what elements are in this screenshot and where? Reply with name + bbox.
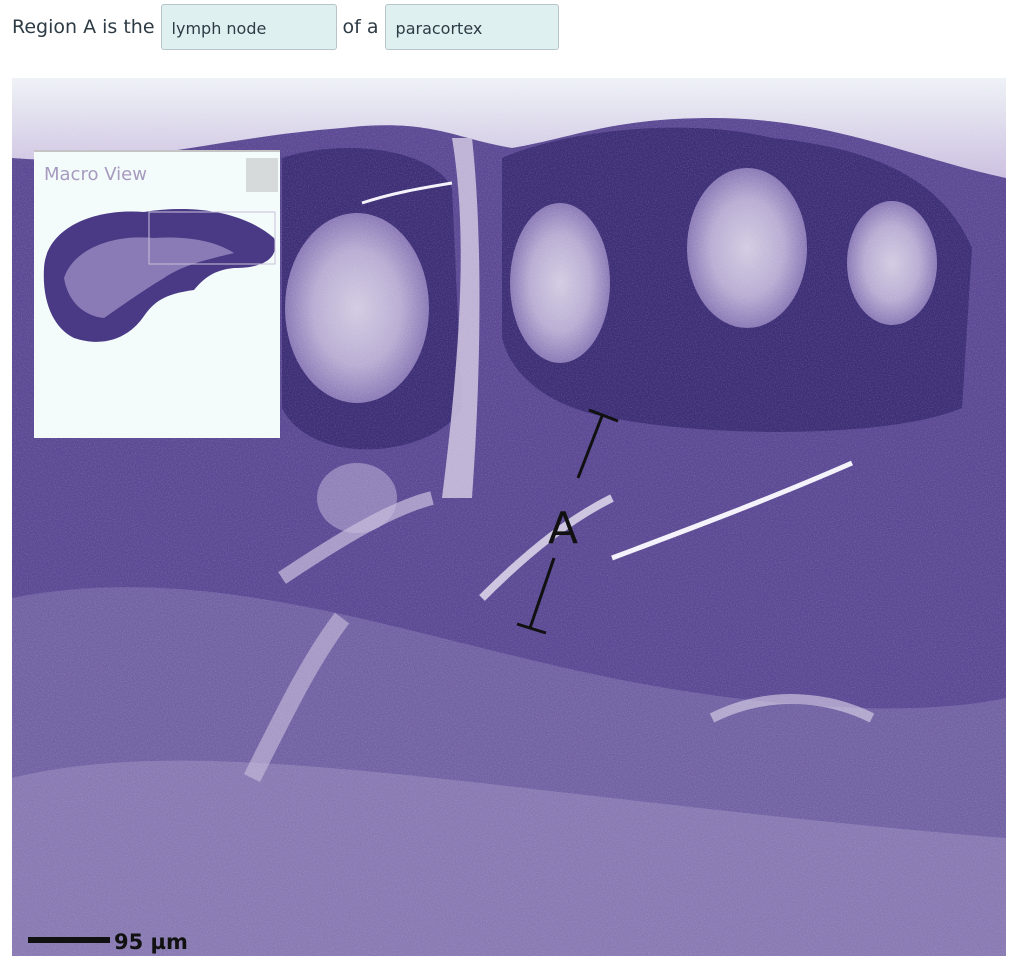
question-prefix: Region A is the bbox=[12, 16, 155, 38]
macro-view-thumbnail[interactable] bbox=[34, 198, 280, 383]
region-a-label: A bbox=[548, 503, 578, 554]
macro-view-title: Macro View bbox=[44, 164, 147, 185]
answer-blank-2[interactable]: paracortex bbox=[384, 4, 559, 50]
question-connector: of a bbox=[342, 16, 379, 38]
scale-bar bbox=[28, 937, 110, 943]
scale-label: 95 µm bbox=[114, 930, 188, 954]
macro-view-close-button[interactable] bbox=[246, 158, 278, 192]
answer-blank-1[interactable]: lymph node bbox=[160, 4, 337, 50]
question-row: Region A is the lymph node of a paracort… bbox=[12, 3, 559, 51]
macro-view-panel[interactable]: Macro View bbox=[34, 150, 280, 438]
